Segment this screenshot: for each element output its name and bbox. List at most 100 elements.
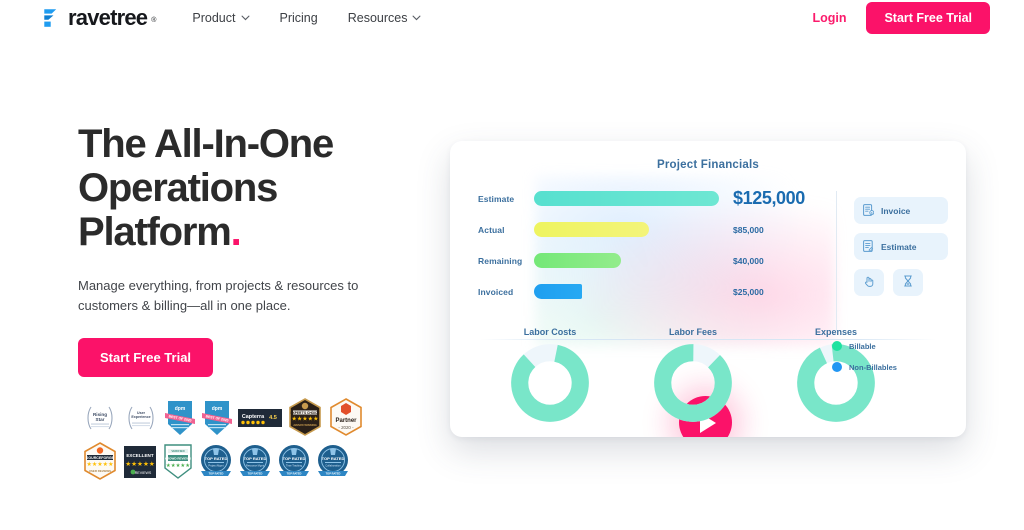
dpm-agile-tools-badge: dpm BEST OF 2020 xyxy=(201,398,233,438)
nav-item-product[interactable]: Product xyxy=(192,11,249,25)
nav-item-pricing[interactable]: Pricing xyxy=(280,11,318,25)
donut-title-labor-fees: Labor Fees xyxy=(668,327,717,337)
hand-click-icon xyxy=(863,274,875,292)
svg-text:★★★★★: ★★★★★ xyxy=(87,461,114,468)
svg-text:TOP RATED: TOP RATED xyxy=(248,472,263,476)
donut-title-expenses: Expenses xyxy=(814,327,858,337)
dpm-best-of-2020-badge: dpm BEST OF 2020 xyxy=(164,398,196,438)
bar-label-actual: Actual xyxy=(478,224,505,235)
estimate-tile[interactable]: Estimate xyxy=(854,233,948,260)
page-title: The All-In-One Operations Platform. xyxy=(78,122,438,254)
estimate-tile-label: Estimate xyxy=(881,241,917,252)
expertise-choice-badge: EXPERT'S CHOICE ★★★★★ AWARD WINNING xyxy=(287,398,323,438)
login-link[interactable]: Login xyxy=(812,11,846,25)
legend-item-billable: Billable xyxy=(832,341,897,351)
svg-text:Collaboration: Collaboration xyxy=(325,464,341,468)
bar-invoiced xyxy=(534,284,583,299)
svg-text:USER REVIEWS: USER REVIEWS xyxy=(89,469,111,473)
svg-text:TOP RATED: TOP RATED xyxy=(244,456,267,461)
bar-track-actual xyxy=(534,222,719,237)
financial-row-invoiced: Invoiced $25,000 xyxy=(478,276,810,307)
bar-value-actual: $85,000 xyxy=(733,224,764,235)
svg-text:EXPERT'S CHOICE: EXPERT'S CHOICE xyxy=(291,411,320,415)
svg-text:Time Tracking: Time Tracking xyxy=(286,464,303,468)
bar-track-invoiced xyxy=(534,284,719,299)
svg-text:dpm: dpm xyxy=(212,406,223,412)
invoice-tile-label: Invoice xyxy=(881,205,911,216)
award-badges-row-1: Rising Star User Experience dpm BEST OF … xyxy=(82,396,372,440)
award-badges: Rising Star User Experience dpm BEST OF … xyxy=(82,396,372,484)
financial-row-actual: Actual $85,000 xyxy=(478,214,810,245)
svg-text:4.5: 4.5 xyxy=(269,415,277,421)
dashboard-title: Project Financials xyxy=(656,159,760,171)
svg-text:★★★★★: ★★★★★ xyxy=(166,463,190,469)
hand-click-tile[interactable] xyxy=(854,269,884,296)
financial-row-estimate: Estimate $125,000 xyxy=(478,183,810,214)
donut-charts: Labor Costs Labor Fees Expenses xyxy=(510,327,876,423)
bar-label-remaining: Remaining xyxy=(478,255,523,266)
top-rated-badge-3: TOP RATED Time Tracking TOP RATED xyxy=(277,442,311,482)
hero-cta-wrap: Start Free Trial xyxy=(78,338,438,377)
svg-text:TOP RATED: TOP RATED xyxy=(322,456,345,461)
nav-actions: Login Start Free Trial xyxy=(812,2,990,34)
donut-chart-labor-costs xyxy=(510,343,590,423)
svg-text:Capterra: Capterra xyxy=(242,414,265,420)
svg-text:TOP RATED: TOP RATED xyxy=(283,456,306,461)
nav-item-resources-label: Resources xyxy=(347,11,408,25)
svg-text:- 2020 -: - 2020 - xyxy=(338,425,354,430)
svg-text:REVIEWS: REVIEWS xyxy=(135,471,152,475)
headline-line-2: Operations xyxy=(78,166,278,210)
invoice-tile[interactable]: $ Invoice xyxy=(854,197,948,224)
donut-labor-fees: Labor Fees xyxy=(653,327,733,423)
start-free-trial-button-nav[interactable]: Start Free Trial xyxy=(866,2,990,34)
quick-action-tiles: $ Invoice Estimate xyxy=(854,197,948,296)
donut-title-labor-costs: Labor Costs xyxy=(523,327,577,337)
top-navbar: ravetree ® Product Pricing Resources Log… xyxy=(0,0,1024,36)
ravetree-logo-icon xyxy=(42,7,64,29)
landing-page: ravetree ® Product Pricing Resources Log… xyxy=(0,0,1024,530)
headline-accent-dot: . xyxy=(230,210,242,254)
bar-remaining xyxy=(534,253,621,268)
sourceforge-badge: SOURCEFORGE ★★★★★ USER REVIEWS xyxy=(82,442,118,482)
svg-text:CROWD REVIEWS: CROWD REVIEWS xyxy=(165,456,191,460)
bar-track-remaining xyxy=(534,253,719,268)
partner-2020-badge: Partner - 2020 - xyxy=(328,398,364,438)
verified-shield-badge: VERIFIED CROWD REVIEWS ★★★★★ xyxy=(162,442,194,482)
svg-text:TOP RATED: TOP RATED xyxy=(205,456,228,461)
donut-labor-costs: Labor Costs xyxy=(510,327,590,423)
hourglass-timer-tile[interactable] xyxy=(893,269,923,296)
svg-text:★★★★★: ★★★★★ xyxy=(125,460,155,468)
donut-chart-labor-fees xyxy=(653,343,733,423)
start-free-trial-button-hero[interactable]: Start Free Trial xyxy=(78,338,214,377)
nav-links: Product Pricing Resources xyxy=(192,11,421,25)
user-experience-badge: User Experience xyxy=(123,398,159,438)
top-rated-badge-2: TOP RATED Resource Mgmt TOP RATED xyxy=(238,442,272,482)
bar-label-estimate: Estimate xyxy=(478,193,515,204)
svg-text:AWARD WINNING: AWARD WINNING xyxy=(293,423,317,427)
bar-actual xyxy=(534,222,649,237)
nav-item-resources[interactable]: Resources xyxy=(348,11,422,25)
bar-track-estimate xyxy=(534,191,719,206)
svg-text:Experience: Experience xyxy=(131,415,150,419)
brand-logo[interactable]: ravetree ® xyxy=(42,7,156,29)
project-financials-bar-chart: Estimate $125,000 Actual $85,000 Remaini… xyxy=(478,183,810,307)
svg-text:TOP RATED: TOP RATED xyxy=(326,472,341,476)
small-tiles xyxy=(854,269,948,296)
headline-line-3: Platform xyxy=(78,210,232,254)
capterra-rating-badge: Capterra 4.5 xyxy=(238,398,282,438)
hero-section: The All-In-One Operations Platform. Mana… xyxy=(78,122,438,377)
invoice-document-icon: $ xyxy=(863,203,875,218)
hourglass-timer-icon xyxy=(902,274,914,292)
svg-text:SOURCEFORGE: SOURCEFORGE xyxy=(86,456,115,460)
vertical-divider xyxy=(836,191,837,331)
svg-text:Partner: Partner xyxy=(335,418,357,424)
brand-name: ravetree xyxy=(68,5,148,30)
rising-star-badge: Rising Star xyxy=(82,398,118,438)
svg-text:TOP RATED: TOP RATED xyxy=(209,472,224,476)
headline-line-1: The All-In-One xyxy=(78,122,334,166)
award-badges-row-2: SOURCEFORGE ★★★★★ USER REVIEWS EXCELLENT… xyxy=(82,440,372,484)
legend-color-billable xyxy=(832,341,842,351)
legend-item-non-billables: Non-Billables xyxy=(832,362,897,372)
svg-text:EXCELLENT: EXCELLENT xyxy=(126,453,154,458)
bar-value-estimate: $125,000 xyxy=(733,188,805,208)
